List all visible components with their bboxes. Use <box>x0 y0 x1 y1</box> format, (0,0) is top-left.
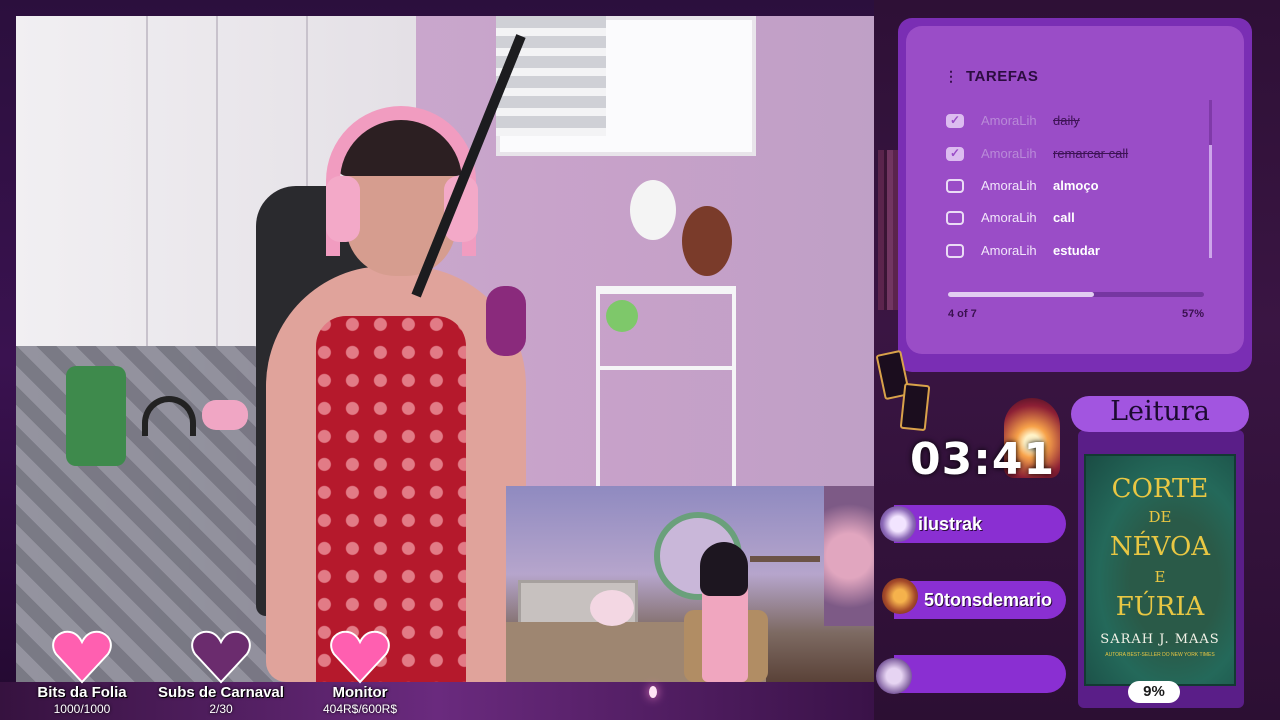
wardrobe-door-line <box>146 16 148 346</box>
wardrobe-door-line <box>216 16 218 346</box>
cozy-scene-video <box>506 486 874 682</box>
tasks-progress-percent: 57% <box>1181 308 1204 320</box>
tarot-card-icon <box>899 382 931 432</box>
task-name: estudar <box>1053 243 1100 258</box>
task-checkbox[interactable] <box>946 179 964 193</box>
chatter-name: ilustrak <box>918 514 983 534</box>
task-item[interactable]: AmoraLih remarcar call <box>946 145 1206 165</box>
task-user: AmoraLih <box>981 146 1037 161</box>
plush-figure <box>606 300 638 332</box>
glow-dot <box>649 686 657 698</box>
task-checkbox[interactable] <box>946 211 964 225</box>
task-checkbox[interactable] <box>946 146 964 161</box>
controller <box>202 400 248 430</box>
task-user: AmoraLih <box>981 243 1037 258</box>
stream-timer: 03:41 <box>910 434 1056 485</box>
blossom-tree <box>824 486 874 626</box>
chatter-name: 50tonsdemario <box>924 590 1053 610</box>
heart-icon <box>330 628 390 684</box>
task-name: daily <box>1053 113 1080 128</box>
book-title-line: NÉVOA <box>1109 532 1211 562</box>
moon-coffee-icon <box>882 578 918 614</box>
tasks-progress-count: 4 of 7 <box>948 308 977 320</box>
headphone-cup <box>326 176 360 242</box>
tarot-stack-icon <box>876 658 912 694</box>
microphone <box>486 286 526 356</box>
heart-icon <box>52 628 112 684</box>
task-item[interactable]: AmoraLih daily <box>946 112 1206 132</box>
reading-title: Leitura <box>1110 396 1210 427</box>
task-name: remarcar call <box>1053 146 1129 161</box>
drag-handle-icon[interactable]: ⋮ <box>944 68 958 85</box>
chatter-badge <box>894 655 1066 693</box>
task-name: almoço <box>1053 178 1099 193</box>
wall-shelf <box>750 556 820 562</box>
book-title-line: E <box>1154 568 1166 586</box>
task-checkbox[interactable] <box>946 113 964 128</box>
goal-title: Bits da Folia <box>37 684 127 701</box>
tasks-progress-fill <box>948 292 1094 297</box>
plush-figure <box>682 206 732 276</box>
heart-icon <box>191 628 251 684</box>
avatar-girl-hair <box>700 542 748 596</box>
task-item[interactable]: AmoraLih almoço <box>946 177 1206 197</box>
goal-title: Monitor <box>332 684 388 701</box>
task-scrollbar-thumb[interactable] <box>1209 145 1212 258</box>
pillow <box>66 366 126 466</box>
goal-value: 2/30 <box>209 702 233 716</box>
window-blinds <box>496 16 606 136</box>
task-item[interactable]: AmoraLih estudar <box>946 242 1206 262</box>
task-name: call <box>1053 210 1075 225</box>
book-title-line: DE <box>1148 508 1172 526</box>
goal-value: 1000/1000 <box>53 702 111 716</box>
task-user: AmoraLih <box>981 178 1037 193</box>
goal-title: Subs de Carnaval <box>158 684 284 701</box>
plush-figure <box>630 180 676 240</box>
task-user: AmoraLih <box>981 113 1037 128</box>
task-item[interactable]: AmoraLih call <box>946 209 1206 229</box>
task-user: AmoraLih <box>981 210 1037 225</box>
cute-pet <box>590 590 634 626</box>
book-title-line: CORTE <box>1111 474 1209 504</box>
moon-icon <box>880 506 916 542</box>
book-tagline: AUTORA BEST-SELLER DO NEW YORK TIMES <box>1105 652 1215 658</box>
goal-value: 404R$/600R$ <box>322 702 398 716</box>
tasks-title: TAREFAS <box>966 68 1039 85</box>
book-author: SARAH J. MAAS <box>1100 632 1220 647</box>
reading-progress-percent: 9% <box>1143 683 1165 700</box>
task-checkbox[interactable] <box>946 244 964 258</box>
cart-shelf-tier <box>596 366 736 370</box>
book-title-line: FÚRIA <box>1115 592 1205 622</box>
